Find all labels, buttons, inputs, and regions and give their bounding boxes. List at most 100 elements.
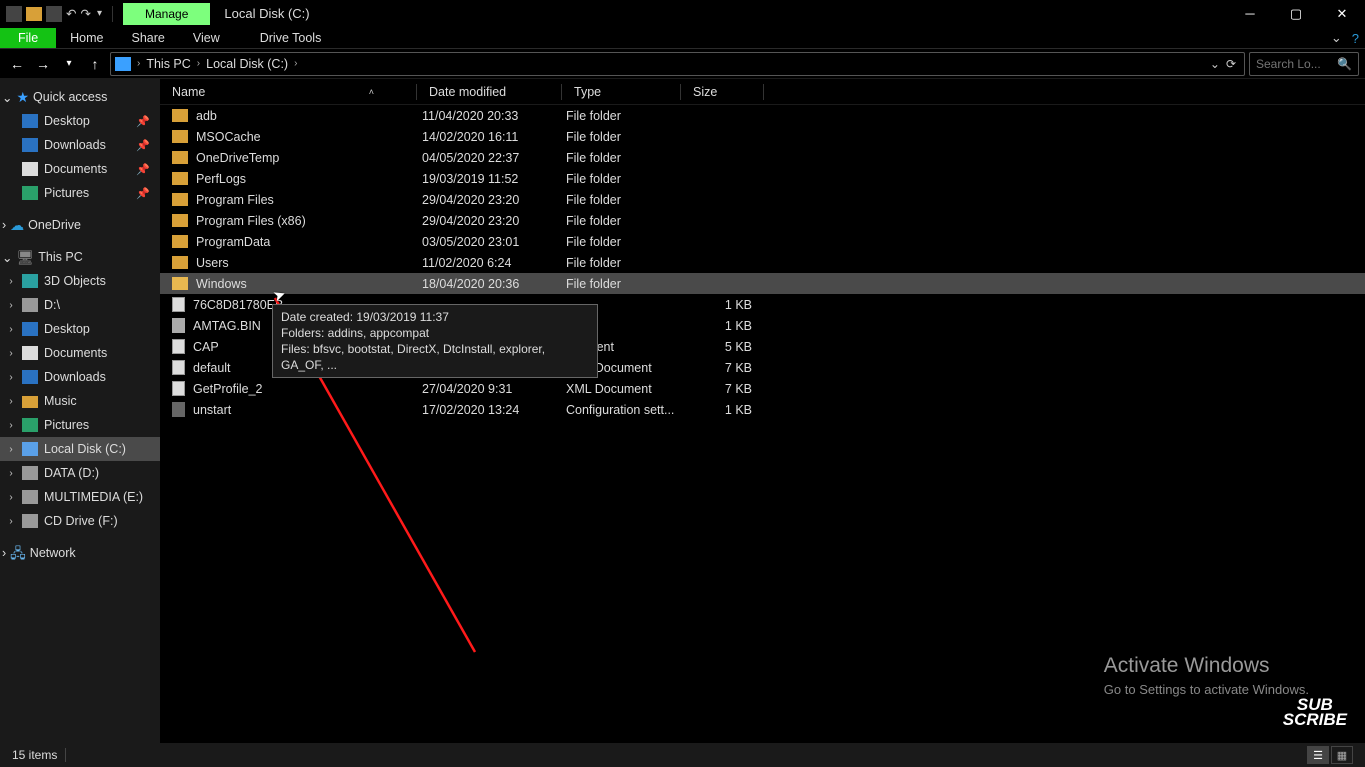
search-box[interactable]: 🔍 <box>1249 52 1359 76</box>
cfg-icon <box>172 402 185 417</box>
sidebar-item[interactable]: Pictures📌 <box>0 181 160 205</box>
forward-button[interactable]: → <box>32 53 54 75</box>
search-icon[interactable]: 🔍 <box>1337 57 1352 71</box>
chevron-right-icon[interactable]: › <box>6 444 16 455</box>
chevron-right-icon[interactable]: › <box>6 348 16 359</box>
watermark-subtitle: Go to Settings to activate Windows. <box>1104 682 1309 697</box>
file-row[interactable]: PerfLogs19/03/2019 11:52File folder <box>160 168 1365 189</box>
chevron-right-icon[interactable]: › <box>135 58 142 69</box>
sidebar-this-pc[interactable]: ⌄ 🖥 This PC <box>0 245 160 269</box>
sidebar-item[interactable]: ›D:\ <box>0 293 160 317</box>
sidebar-item[interactable]: ›MULTIMEDIA (E:) <box>0 485 160 509</box>
sidebar-item[interactable]: Documents📌 <box>0 157 160 181</box>
redo-icon[interactable]: ↷ <box>80 6 90 21</box>
file-size: 1 KB <box>678 319 760 333</box>
breadcrumb-segment[interactable]: Local Disk (C:) <box>202 57 292 71</box>
file-row[interactable]: OneDriveTemp04/05/2020 22:37File folder <box>160 147 1365 168</box>
view-tab[interactable]: View <box>179 28 234 48</box>
sidebar-item[interactable]: ›DATA (D:) <box>0 461 160 485</box>
help-icon[interactable]: ? <box>1352 31 1359 46</box>
home-tab[interactable]: Home <box>56 28 117 48</box>
file-row[interactable]: ProgramData03/05/2020 23:01File folder <box>160 231 1365 252</box>
details-view-button[interactable]: ☰ <box>1307 746 1329 764</box>
bin-icon <box>172 318 185 333</box>
manage-tab[interactable]: Manage <box>123 3 210 25</box>
column-size[interactable]: Size <box>681 85 763 99</box>
file-icon <box>172 381 185 396</box>
chevron-right-icon[interactable]: › <box>6 516 16 527</box>
sidebar-item[interactable]: Desktop📌 <box>0 109 160 133</box>
column-name[interactable]: Name ˄ <box>160 85 416 99</box>
qat-dropdown-icon[interactable]: ▾ <box>95 8 104 19</box>
close-button[interactable]: ✕ <box>1319 0 1365 27</box>
sidebar-item[interactable]: Downloads📌 <box>0 133 160 157</box>
file-row[interactable]: Program Files (x86)29/04/2020 23:20File … <box>160 210 1365 231</box>
chevron-right-icon[interactable]: › <box>195 58 202 69</box>
address-bar[interactable]: › This PC › Local Disk (C:) › ⌄ ⟳ <box>110 52 1245 76</box>
search-input[interactable] <box>1256 57 1337 71</box>
file-row[interactable]: Program Files29/04/2020 23:20File folder <box>160 189 1365 210</box>
file-row[interactable]: adb11/04/2020 20:33File folder <box>160 105 1365 126</box>
file-date: 11/04/2020 20:33 <box>416 109 560 123</box>
drive-icon <box>22 514 38 528</box>
chevron-down-icon[interactable]: ⌄ <box>2 250 12 265</box>
history-dropdown-icon[interactable]: ⌄ <box>1210 57 1220 71</box>
drive-tools-tab[interactable]: Drive Tools <box>248 28 334 48</box>
sidebar-item[interactable]: ›Pictures <box>0 413 160 437</box>
sidebar-quick-access[interactable]: ⌄ ★ Quick access <box>0 85 160 109</box>
chevron-right-icon[interactable]: › <box>292 58 299 69</box>
drive-icon <box>22 298 38 312</box>
folder-icon <box>172 235 188 248</box>
chevron-right-icon[interactable]: › <box>6 276 16 287</box>
sidebar-item[interactable]: ›CD Drive (F:) <box>0 509 160 533</box>
sidebar-item[interactable]: › Local Disk (C:) <box>0 437 160 461</box>
drive-icon <box>22 466 38 480</box>
chevron-right-icon[interactable]: › <box>6 492 16 503</box>
minimize-button[interactable]: ─ <box>1227 0 1273 27</box>
recent-dropdown-icon[interactable]: ▾ <box>58 53 80 75</box>
sidebar-item[interactable]: ›3D Objects <box>0 269 160 293</box>
file-row[interactable]: MSOCache14/02/2020 16:11File folder <box>160 126 1365 147</box>
file-date: 18/04/2020 20:36 <box>416 277 560 291</box>
sidebar-item[interactable]: ›Downloads <box>0 365 160 389</box>
thumbnails-view-button[interactable]: ▦ <box>1331 746 1353 764</box>
share-tab[interactable]: Share <box>118 28 179 48</box>
qat-item[interactable] <box>46 6 62 22</box>
up-button[interactable]: ↑ <box>84 53 106 75</box>
star-icon: ★ <box>16 90 29 104</box>
file-date: 03/05/2020 23:01 <box>416 235 560 249</box>
breadcrumb-segment[interactable]: This PC <box>142 57 194 71</box>
chevron-right-icon[interactable]: › <box>2 218 6 232</box>
chevron-right-icon[interactable]: › <box>6 468 16 479</box>
undo-icon[interactable]: ↶ <box>66 6 76 21</box>
refresh-icon[interactable]: ⟳ <box>1226 57 1236 71</box>
file-tab[interactable]: File <box>0 28 56 48</box>
maximize-button[interactable]: ▢ <box>1273 0 1319 27</box>
chevron-right-icon[interactable]: › <box>6 300 16 311</box>
chevron-right-icon[interactable]: › <box>6 396 16 407</box>
file-name: GetProfile_2 <box>193 382 262 396</box>
chevron-right-icon[interactable]: › <box>6 324 16 335</box>
tooltip-line: Date created: 19/03/2019 11:37 <box>281 309 589 325</box>
column-date[interactable]: Date modified <box>417 85 561 99</box>
back-button[interactable]: ← <box>6 53 28 75</box>
file-date: 19/03/2019 11:52 <box>416 172 560 186</box>
collapse-ribbon-icon[interactable]: ⌄ <box>1331 30 1342 46</box>
file-size: 7 KB <box>678 361 760 375</box>
sidebar-item[interactable]: ›Music <box>0 389 160 413</box>
file-row[interactable]: Windows18/04/2020 20:36File folder <box>160 273 1365 294</box>
sidebar-network[interactable]: › 🖧 Network <box>0 541 160 565</box>
sidebar-item-label: Local Disk (C:) <box>44 442 126 456</box>
chevron-right-icon[interactable]: › <box>6 372 16 383</box>
file-row[interactable]: Users11/02/2020 6:24File folder <box>160 252 1365 273</box>
sidebar-onedrive[interactable]: › ☁ OneDrive <box>0 213 160 237</box>
chevron-right-icon[interactable]: › <box>6 420 16 431</box>
file-type: XML Document <box>560 382 678 396</box>
chevron-right-icon[interactable]: › <box>2 546 6 560</box>
sidebar-item[interactable]: ›Documents <box>0 341 160 365</box>
file-row[interactable]: GetProfile_227/04/2020 9:31XML Document7… <box>160 378 1365 399</box>
sidebar-item[interactable]: ›Desktop <box>0 317 160 341</box>
file-row[interactable]: unstart17/02/2020 13:24Configuration set… <box>160 399 1365 420</box>
chevron-down-icon[interactable]: ⌄ <box>2 90 12 105</box>
column-type[interactable]: Type <box>562 85 680 99</box>
